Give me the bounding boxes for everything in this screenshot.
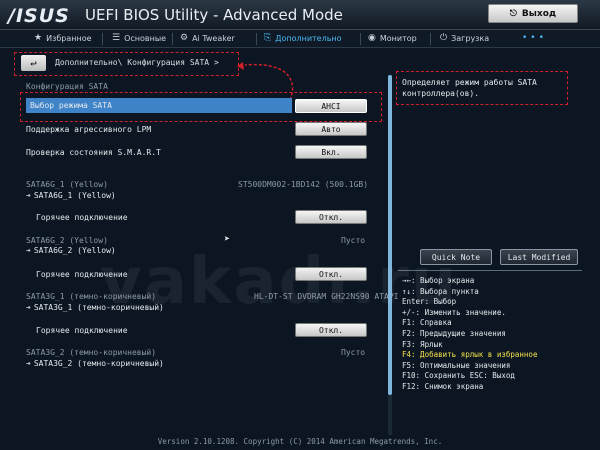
tab-divider [256, 33, 257, 45]
tab-divider [430, 33, 431, 45]
port-device: Пусто [341, 236, 366, 245]
breadcrumb: Дополнительно\ Конфигурация SATA > [55, 58, 219, 67]
tab-divider [102, 33, 103, 45]
port-submenu[interactable]: ➔ SATA3G_2 (темно-коричневый) [26, 359, 164, 368]
tab-favorites[interactable]: ★ Избранное [34, 33, 92, 43]
tab-label: Избранное [46, 33, 92, 43]
key-hint: F3: Ярлык [402, 339, 443, 349]
exit-icon: ⎋ [509, 8, 517, 19]
help-description: Определяет режим работы SATA контроллера… [402, 78, 537, 98]
submenu-arrow-icon: ➔ [26, 303, 31, 312]
port-submenu[interactable]: ➔ SATA6G_1 (Yellow) [26, 191, 116, 200]
mouse-cursor-icon: ➤ [224, 234, 231, 245]
port-submenu-label: SATA3G_2 (темно-коричневый) [33, 359, 164, 368]
exit-button[interactable]: ⎋ Выход [488, 4, 578, 23]
port-device: Пусто [341, 348, 366, 357]
smart-label: Проверка состояния S.M.A.R.T [26, 148, 161, 157]
last-modified-button[interactable]: Last Modified [500, 249, 578, 265]
sata-mode-select[interactable]: AHCI [295, 99, 367, 113]
advanced-icon: ⎘ [264, 33, 272, 43]
port-header: SATA6G_1 (Yellow) [26, 180, 108, 189]
key-hint: F1: Справка [402, 318, 452, 328]
tab-label: Загрузка [451, 33, 490, 43]
key-hint: F10: Сохранить ESC: Выход [402, 371, 515, 381]
port-header: SATA6G_2 (Yellow) [26, 236, 108, 245]
tab-advanced[interactable]: ⎘ Дополнительно [264, 33, 342, 43]
port-device: ST500DM002-1BD142 (500.1GB) [238, 180, 369, 189]
asus-logo: /ISUS [8, 5, 70, 27]
back-arrow-icon: ↩ [30, 56, 37, 70]
list-icon: ☰ [112, 33, 121, 43]
lpm-label: Поддержка агрессивного LPM [26, 125, 152, 134]
app-title: UEFI BIOS Utility - Advanced Mode [85, 6, 343, 24]
tab-divider [360, 33, 361, 45]
submenu-arrow-icon: ➔ [26, 191, 31, 200]
tab-main[interactable]: ☰ Основные [112, 33, 166, 43]
monitor-icon: ◉ [368, 33, 376, 43]
sata-mode-label: Выбор режима SATA [30, 101, 112, 110]
tab-boot[interactable]: ⏻ Загрузка [440, 33, 489, 43]
tab-divider [172, 33, 173, 45]
smart-select[interactable]: Вкл. [295, 145, 367, 159]
tab-ai-tweaker[interactable]: ⚙ Ai Tweaker [180, 33, 235, 43]
submenu-arrow-icon: ➔ [26, 246, 31, 255]
lpm-select[interactable]: Авто [295, 122, 367, 136]
key-hint-highlighted: F4: Добавить ярлык в избранное [402, 350, 538, 360]
hotplug-label: Горячее подключение [36, 326, 128, 335]
back-button[interactable]: ↩ [21, 55, 46, 71]
hotplug-select[interactable]: Откл. [295, 323, 367, 337]
star-icon: ★ [34, 33, 43, 43]
tab-monitor[interactable]: ◉ Монитор [368, 33, 417, 43]
main-tabs: ★ Избранное ☰ Основные ⚙ Ai Tweaker ⎘ До… [0, 30, 600, 48]
hotplug-label: Горячее подключение [36, 213, 128, 222]
port-submenu-label: SATA6G_1 (Yellow) [33, 191, 116, 200]
key-hint: F5: Оптимальные значения [402, 360, 511, 370]
port-header: SATA3G_2 (темно-коричневый) [26, 348, 157, 357]
scrollbar-thumb[interactable] [388, 75, 392, 395]
key-hint: F2: Предыдущие значения [402, 328, 506, 338]
section-title: Конфигурация SATA [26, 82, 108, 91]
title-bar: /ISUS UEFI BIOS Utility - Advanced Mode … [0, 0, 600, 30]
watermark: vakadr.ru [100, 245, 459, 319]
tab-label: Монитор [379, 33, 417, 43]
exit-label: Выход [521, 8, 557, 19]
hotplug-select[interactable]: Откл. [295, 210, 367, 224]
tab-label: Ai Tweaker [192, 33, 235, 43]
tab-label: Основные [124, 33, 167, 43]
version-footer: Version 2.10.1208. Copyright (C) 2014 Am… [157, 437, 443, 446]
key-hint: F12: Снимок экрана [402, 381, 484, 391]
submenu-arrow-icon: ➔ [26, 359, 31, 368]
tab-label: Дополнительно [275, 33, 342, 43]
scroll-dots: ••• [522, 33, 547, 43]
tweaker-icon: ⚙ [180, 33, 189, 43]
power-icon: ⏻ [440, 33, 448, 43]
